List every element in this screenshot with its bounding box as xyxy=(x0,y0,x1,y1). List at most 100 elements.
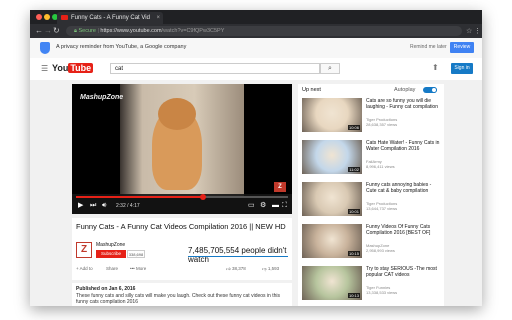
video-frame xyxy=(120,84,244,196)
review-button[interactable]: Review xyxy=(450,42,474,53)
title-bar: Funny Cats - A Funny Cat Vid × xyxy=(30,10,482,24)
up-next-title[interactable]: Funny Videos Of Funny Cats Compilation 2… xyxy=(366,224,442,236)
minimize-window-button[interactable] xyxy=(44,14,50,20)
fullscreen-icon[interactable]: ⛶ xyxy=(282,202,287,210)
up-next-views: 2,958,993 views xyxy=(366,248,395,253)
video-thumbnail[interactable]: 10:01 xyxy=(302,182,362,216)
up-next-views: 8,996,411 views xyxy=(366,164,395,169)
forward-arrow-icon[interactable]: → xyxy=(44,26,52,36)
browser-tab[interactable]: Funny Cats - A Funny Cat Vid × xyxy=(57,12,163,24)
share-button[interactable]: Share xyxy=(106,266,118,271)
up-next-item[interactable]: 10:06 Cats are so funny you will die laug… xyxy=(302,98,442,134)
video-thumbnail[interactable]: 10:13 xyxy=(302,266,362,300)
up-next-title[interactable]: Funny cats annoying babies - Cute cat & … xyxy=(366,182,442,194)
video-description: Published on Jan 6, 2016 These funny cat… xyxy=(72,283,292,306)
remind-later-link[interactable]: Remind me later xyxy=(410,44,447,50)
upload-icon[interactable]: ⬆ xyxy=(432,63,439,72)
channel-name[interactable]: MashupZone xyxy=(96,242,125,248)
channel-watermark: MashupZone xyxy=(80,94,124,101)
search-icon: ⌕ xyxy=(328,65,332,72)
duration-badge: 10:15 xyxy=(347,251,360,256)
add-to-button[interactable]: + Add to xyxy=(76,266,93,271)
thumbs-down-icon: 👎︎ xyxy=(262,266,267,271)
up-next-item[interactable]: 11:02 Cats Hate Water! - Funny Cats in Wa… xyxy=(302,140,442,176)
up-next-title[interactable]: Cats Hate Water! - Funny Cats in Water C… xyxy=(366,140,442,152)
sign-in-button[interactable]: Sign in xyxy=(451,63,473,74)
close-window-button[interactable] xyxy=(36,14,42,20)
more-button[interactable]: ••• More xyxy=(130,266,146,271)
youtube-favicon-icon xyxy=(61,15,68,20)
view-count: 7,485,705,554 people didn't watch xyxy=(188,246,287,264)
video-title: Funny Cats - A Funny Cat Videos Compilat… xyxy=(76,222,286,231)
logo-you: You xyxy=(52,63,69,73)
url-path: /watch?v=C9fQPw3C5PY xyxy=(161,28,225,34)
duration-badge: 10:01 xyxy=(347,209,360,214)
captions-icon[interactable]: ▭ xyxy=(248,202,255,210)
up-next-item[interactable]: 10:13 Try to stay SERIOUS -The most popul… xyxy=(302,266,442,302)
privacy-notice-text: A privacy reminder from YouTube, a Googl… xyxy=(56,44,187,50)
video-player[interactable]: MashupZone Z ▶ ⏭ 🔊︎ 2:32 / 4:17 ▭ ⚙ ▬ ⛶ xyxy=(72,84,292,214)
autoplay-toggle[interactable] xyxy=(423,87,437,93)
duration-badge: 10:06 xyxy=(347,125,360,130)
cat-head-shape xyxy=(158,98,196,130)
shield-icon xyxy=(40,42,50,54)
progress-scrubber[interactable] xyxy=(200,194,207,200)
dislike-button[interactable]: 👎︎ 1,593 xyxy=(262,266,279,272)
channel-badge-icon[interactable]: Z xyxy=(274,182,286,192)
up-next-item[interactable]: 10:01 Funny cats annoying babies - Cute c… xyxy=(302,182,442,218)
like-button[interactable]: 👍︎ 38,378 xyxy=(226,266,246,272)
reload-icon[interactable]: ↻ xyxy=(53,26,60,36)
video-thumbnail[interactable]: 11:02 xyxy=(302,140,362,174)
play-icon[interactable]: ▶ xyxy=(78,202,83,210)
search-input[interactable]: cat xyxy=(110,63,320,74)
url-host: https://www.youtube.com xyxy=(100,28,162,34)
menu-dots-icon[interactable]: ⋮ xyxy=(474,27,481,35)
secure-label: Secure xyxy=(78,28,96,34)
up-next-label: Up next xyxy=(302,87,321,93)
description-text: These funny cats and silly cats will mak… xyxy=(76,293,280,305)
settings-gear-icon[interactable]: ⚙ xyxy=(260,202,266,210)
channel-avatar[interactable]: Z xyxy=(76,242,92,258)
hamburger-menu-icon[interactable]: ☰ xyxy=(41,65,48,73)
progress-fill xyxy=(76,196,204,198)
tab-close-icon[interactable]: × xyxy=(156,12,160,24)
browser-window: Funny Cats - A Funny Cat Vid × ← → ↻ 🔒︎ … xyxy=(30,10,482,306)
player-controls: ▶ ⏭ 🔊︎ 2:32 / 4:17 ▭ ⚙ ▬ ⛶ xyxy=(72,194,292,214)
up-next-item[interactable]: 10:15 Funny Videos Of Funny Cats Compilat… xyxy=(302,224,442,260)
theater-mode-icon[interactable]: ▬ xyxy=(272,202,279,210)
youtube-masthead: ☰ You Tube cat ⌕ ⬆ Sign in xyxy=(30,58,482,81)
up-next-views: 13,338,533 views xyxy=(366,290,398,295)
up-next-title[interactable]: Try to stay SERIOUS -The most popular CA… xyxy=(366,266,442,278)
duration-badge: 10:13 xyxy=(347,293,360,298)
page-content: MashupZone Z ▶ ⏭ 🔊︎ 2:32 / 4:17 ▭ ⚙ ▬ ⛶ … xyxy=(30,80,482,306)
privacy-notice-bar: A privacy reminder from YouTube, a Googl… xyxy=(30,38,482,59)
progress-bar[interactable] xyxy=(76,194,288,200)
up-next-views: 13,644,737 views xyxy=(366,206,398,211)
next-icon[interactable]: ⏭ xyxy=(90,202,96,210)
address-bar[interactable]: 🔒︎ Secure | https://www.youtube.com/watc… xyxy=(66,26,462,36)
subscribe-button[interactable]: Subscribe xyxy=(96,250,126,258)
video-thumbnail[interactable]: 10:06 xyxy=(302,98,362,132)
lock-icon: 🔒︎ xyxy=(74,28,77,34)
up-next-sidebar: Up next Autoplay 10:06 Cats are so funny … xyxy=(298,84,444,306)
logo-tube: Tube xyxy=(68,63,94,73)
time-display: 2:32 / 4:17 xyxy=(116,203,140,209)
subscriber-count: 338,698 xyxy=(127,250,145,258)
duration-badge: 11:02 xyxy=(348,167,360,172)
youtube-logo[interactable]: You Tube xyxy=(52,63,94,73)
dislike-count: 1,593 xyxy=(267,266,280,271)
video-info-card: Funny Cats - A Funny Cat Videos Compilat… xyxy=(72,218,292,280)
back-arrow-icon[interactable]: ← xyxy=(35,26,43,36)
volume-icon[interactable]: 🔊︎ xyxy=(102,202,106,210)
star-icon[interactable]: ☆ xyxy=(466,27,472,35)
thumbs-up-icon: 👍︎ xyxy=(226,266,231,271)
autoplay-label: Autoplay xyxy=(394,87,416,93)
published-date: Published on Jan 6, 2016 xyxy=(76,286,136,292)
tab-title: Funny Cats - A Funny Cat Vid xyxy=(71,15,150,21)
video-thumbnail[interactable]: 10:15 xyxy=(302,224,362,258)
like-ratio-bar xyxy=(188,256,288,257)
search-button[interactable]: ⌕ xyxy=(320,63,340,74)
like-count: 38,378 xyxy=(231,266,246,271)
up-next-views: 28,638,357 views xyxy=(366,122,398,127)
up-next-title[interactable]: Cats are so funny you will die laughing … xyxy=(366,98,442,110)
